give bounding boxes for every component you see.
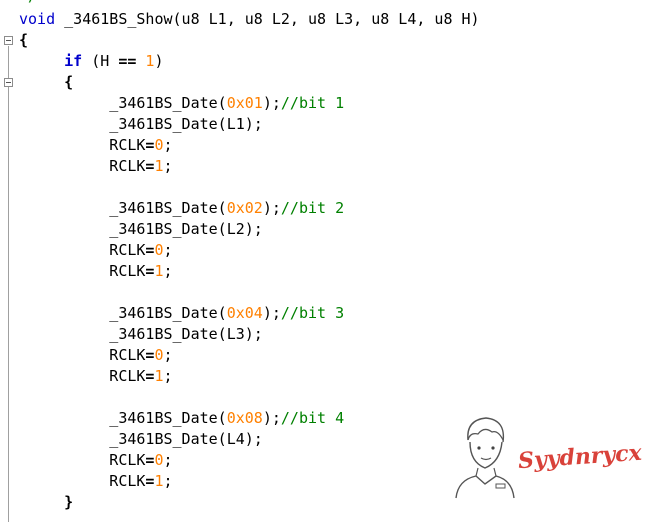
code-line-rclk-low: RCLK=0; — [109, 136, 173, 154]
code-line-rclk-high: RCLK=1; — [109, 157, 173, 175]
code-line-date-call: _3461BS_Date(0x08);//bit 4 — [109, 409, 345, 427]
code-line-rclk-low: RCLK=0; — [109, 241, 173, 259]
watermark-signature: Syydnrycx — [517, 439, 643, 475]
comment-fragment: */ — [19, 0, 37, 5]
brace: } — [64, 493, 74, 511]
keyword-void: void — [19, 10, 56, 28]
function-signature: _3461BS_Show(u8 L1, u8 L2, u8 L3, u8 L4,… — [55, 10, 480, 28]
code-line-date-call: _3461BS_Date(0x01);//bit 1 — [109, 94, 345, 112]
comment: //bit 3 — [280, 304, 345, 322]
code-line-rclk-low: RCLK=0; — [109, 451, 173, 469]
fold-toggle-icon[interactable] — [4, 36, 13, 45]
code-line-date-call: _3461BS_Date(0x04);//bit 3 — [109, 304, 345, 322]
code-line-date-arg: _3461BS_Date(L1); — [109, 115, 263, 133]
code-line-rclk-high: RCLK=1; — [109, 472, 173, 490]
fold-guide-line — [8, 46, 9, 522]
code-line-open-brace: { — [19, 30, 28, 51]
editor-gutter — [0, 0, 18, 522]
code-line-date-arg: _3461BS_Date(L4); — [109, 430, 263, 448]
code-line-rclk-high: RCLK=1; — [109, 262, 173, 280]
code-line-signature: void _3461BS_Show(u8 L1, u8 L2, u8 L3, u… — [19, 9, 480, 30]
code-line-inner-close: } — [64, 492, 73, 513]
code-line-rclk-low: RCLK=0; — [109, 346, 173, 364]
brace: { — [64, 73, 74, 91]
hex-literal: 0x04 — [226, 304, 263, 322]
code-line-date-arg: _3461BS_Date(L3); — [109, 325, 263, 343]
watermark: Syydnrycx — [448, 410, 648, 505]
code-line-inner-open: { — [64, 72, 73, 93]
hex-literal: 0x08 — [226, 409, 263, 427]
code-line-rclk-high: RCLK=1; — [109, 367, 173, 385]
operator: == — [118, 52, 137, 70]
fold-toggle-icon[interactable] — [4, 78, 13, 87]
comment: //bit 2 — [280, 199, 345, 217]
code-line-date-arg: _3461BS_Date(L2); — [109, 220, 263, 238]
hex-literal: 0x01 — [226, 94, 263, 112]
hex-literal: 0x02 — [226, 199, 263, 217]
keyword-if: if — [64, 52, 83, 70]
comment: //bit 1 — [280, 94, 345, 112]
brace: { — [19, 31, 29, 49]
comment: //bit 4 — [280, 409, 345, 427]
avatar-sketch-icon — [455, 417, 515, 499]
code-line-if: if (H == 1) — [64, 52, 164, 70]
code-line-date-call: _3461BS_Date(0x02);//bit 2 — [109, 199, 345, 217]
